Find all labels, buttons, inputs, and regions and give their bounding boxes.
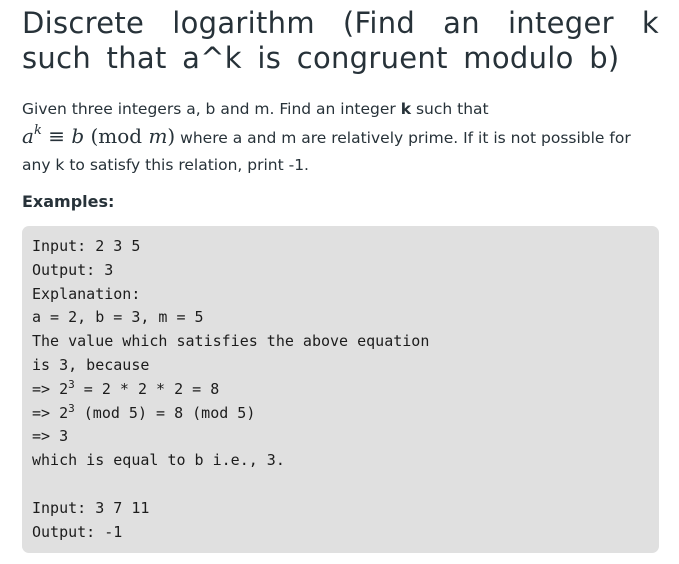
- formula-mod-open: (mod: [90, 124, 149, 148]
- code-line: which is equal to b i.e., 3.: [32, 451, 285, 470]
- code-line: a = 2, b = 3, m = 5: [32, 308, 204, 327]
- code-superscript: 3: [68, 401, 75, 415]
- example-code-block: Input: 2 3 5 Output: 3 Explanation: a = …: [22, 226, 659, 554]
- code-line: The value which satisfies the above equa…: [32, 332, 430, 351]
- code-line: Output: -1: [32, 522, 123, 541]
- examples-heading: Examples:: [22, 192, 115, 211]
- code-line: Output: 3: [32, 260, 114, 279]
- code-line: => 23 (mod 5) = 8 (mod 5): [32, 401, 256, 422]
- congruence-formula: ak ≡ b (mod m): [22, 124, 175, 148]
- formula-base: a: [22, 124, 34, 148]
- code-text: = 2 * 2 * 2 = 8: [74, 379, 220, 398]
- article: Discrete logarithm (Find an integer k su…: [22, 6, 659, 554]
- formula-exponent: k: [33, 123, 42, 138]
- code-superscript: 3: [68, 377, 75, 391]
- intro-text-after: such that: [411, 100, 489, 118]
- code-line: Input: 3 7 11: [32, 498, 150, 517]
- formula-m: m: [148, 124, 168, 148]
- code-line: => 23 = 2 * 2 * 2 = 8: [32, 377, 220, 398]
- page-title: Discrete logarithm (Find an integer k su…: [22, 6, 659, 75]
- code-line: Explanation:: [32, 284, 141, 303]
- intro-bold-k: k: [400, 100, 412, 118]
- code-line: => 3: [32, 427, 69, 446]
- code-line: is 3, because: [32, 355, 150, 374]
- problem-statement: Given three integers a, b and m. Find an…: [22, 96, 659, 179]
- code-text: => 2: [32, 379, 69, 398]
- intro-text: Given three integers a, b and m. Find an…: [22, 100, 401, 118]
- code-text: => 2: [32, 403, 69, 422]
- formula-b: b: [71, 124, 85, 148]
- code-line: Input: 2 3 5: [32, 237, 141, 255]
- code-text: (mod 5) = 8 (mod 5): [74, 403, 256, 422]
- formula-equiv: ≡: [48, 124, 65, 148]
